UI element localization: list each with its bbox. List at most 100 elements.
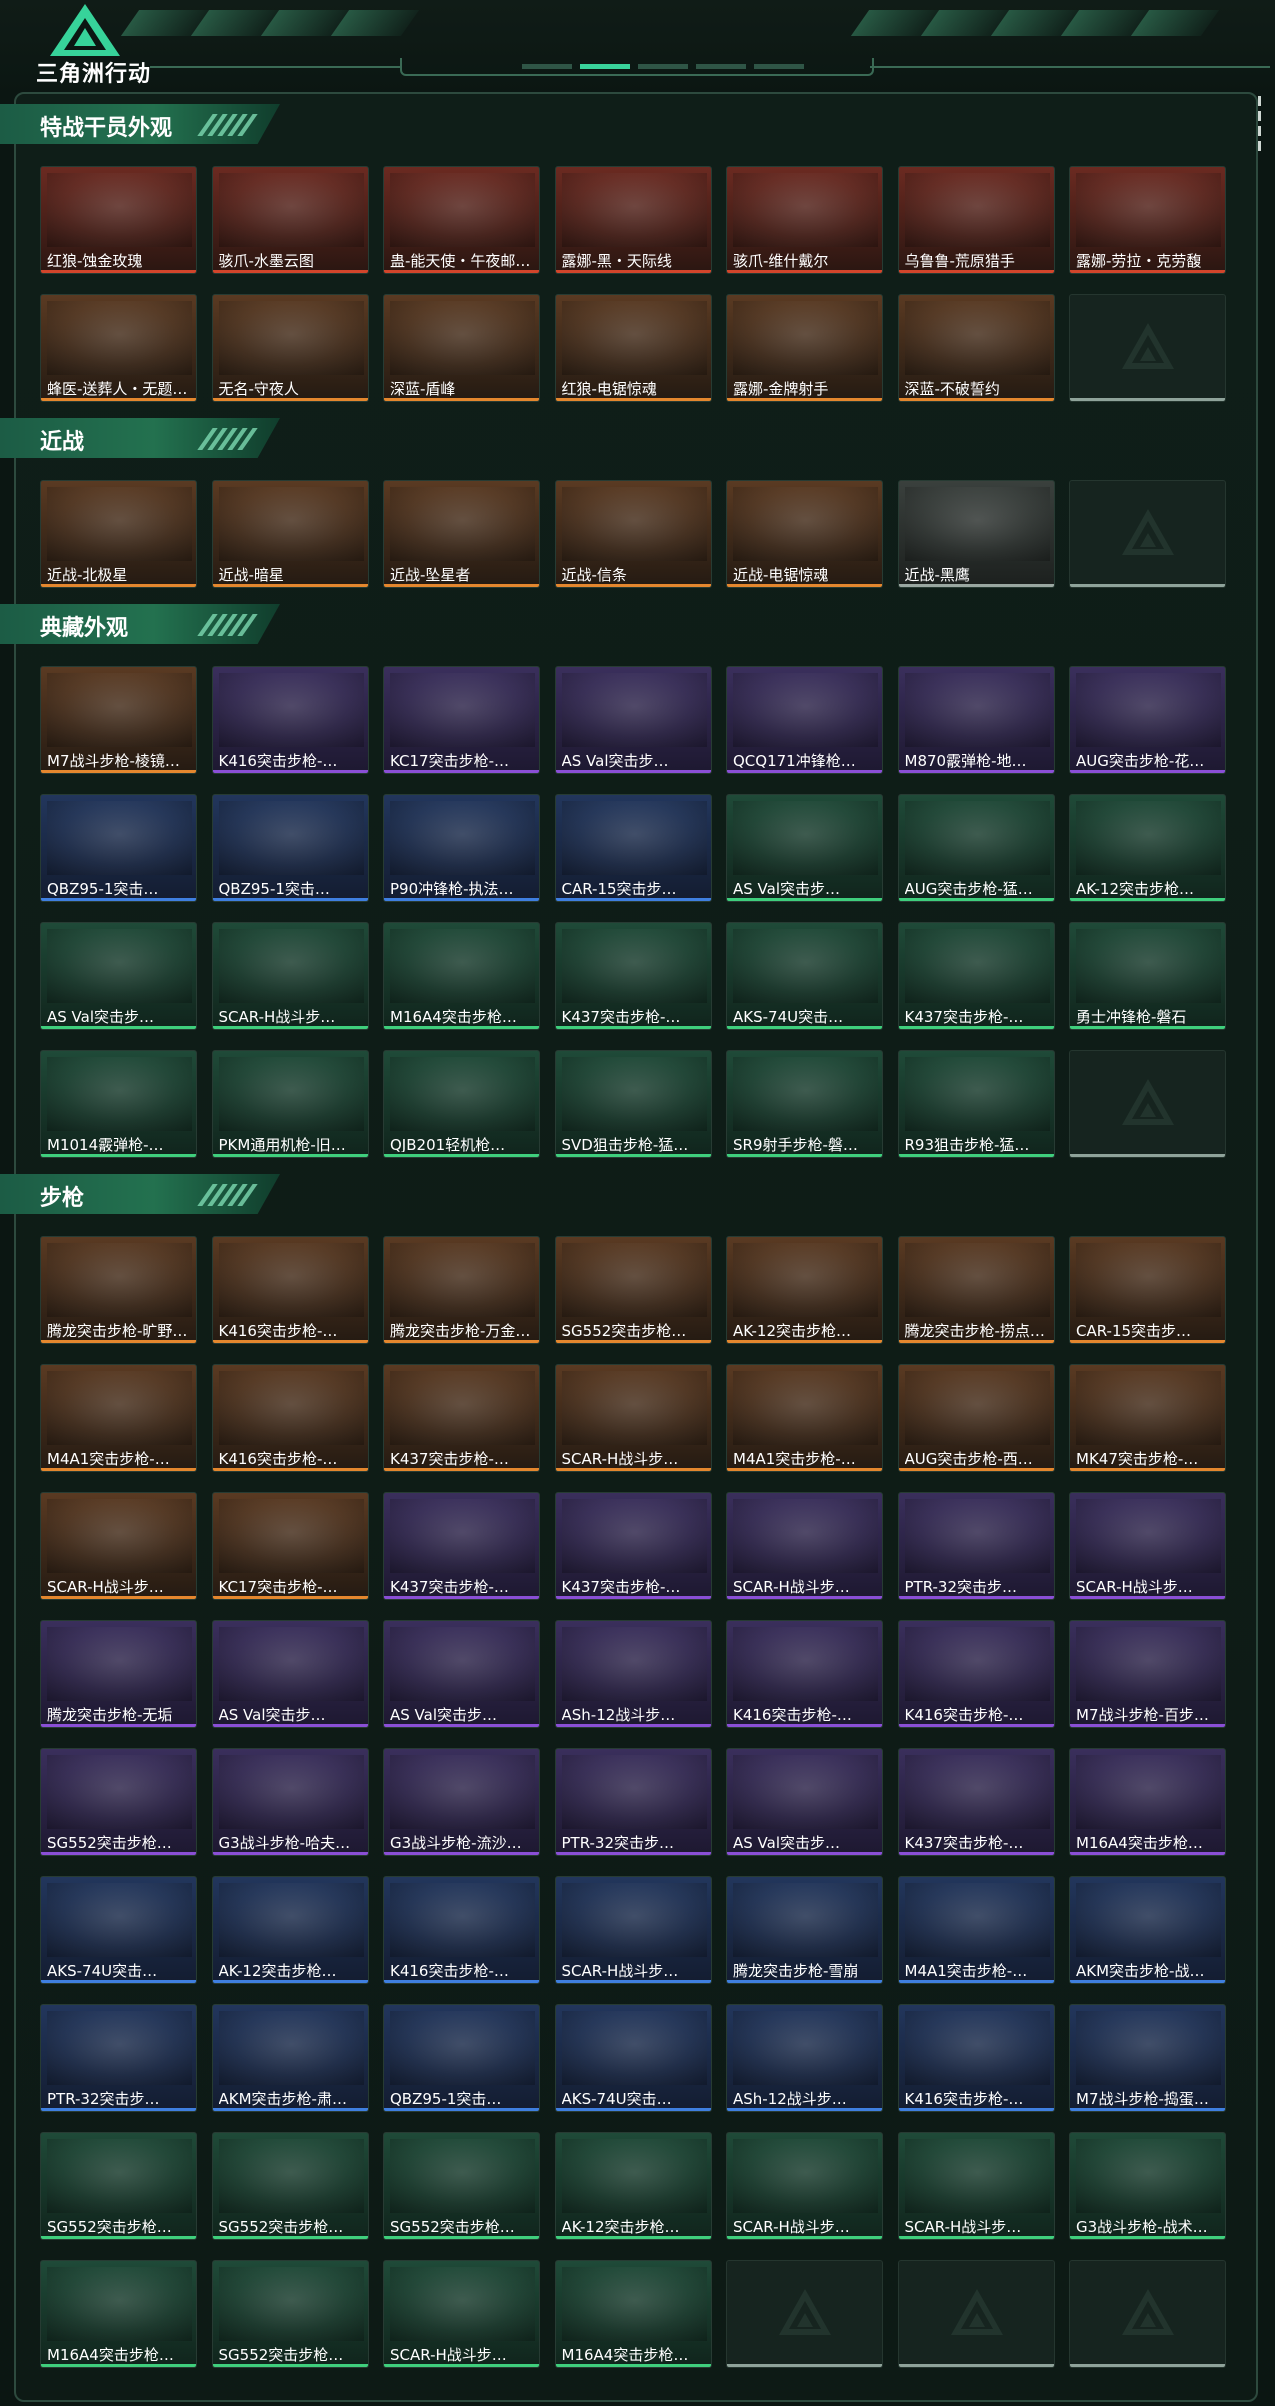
skin-card[interactable]: 深蓝-不破誓约 xyxy=(897,294,1055,402)
skin-card[interactable]: 近战-暗星 xyxy=(211,480,369,588)
skin-card[interactable]: M7战斗步枪-棱镜… xyxy=(40,666,197,774)
skin-card[interactable]: AS Val突击步… xyxy=(554,666,712,774)
skin-card[interactable]: 骇爪-水墨云图 xyxy=(211,166,369,274)
skin-card[interactable]: 骇爪-维什戴尔 xyxy=(726,166,883,274)
skin-card[interactable]: ASh-12战斗步… xyxy=(726,2004,883,2112)
skin-card[interactable]: 蜂医-送葬人・无题… xyxy=(40,294,197,402)
skin-card[interactable]: QBZ95-1突击… xyxy=(383,2004,540,2112)
skin-card[interactable]: 勇士冲锋枪-磐石 xyxy=(1069,922,1226,1030)
page-dot[interactable] xyxy=(522,64,572,69)
skin-card[interactable]: PTR-32突击步… xyxy=(554,1748,712,1856)
page-dot[interactable] xyxy=(696,64,746,69)
skin-card[interactable]: G3战斗步枪-流沙… xyxy=(383,1748,540,1856)
skin-card[interactable]: CAR-15突击步… xyxy=(1069,1236,1226,1344)
skin-card[interactable]: 近战-北极星 xyxy=(40,480,197,588)
skin-card[interactable]: AKS-74U突击… xyxy=(554,2004,712,2112)
skin-card[interactable]: QJB201轻机枪… xyxy=(383,1050,540,1158)
skin-card[interactable]: K437突击步枪-… xyxy=(554,922,712,1030)
skin-card[interactable]: M4A1突击步枪-… xyxy=(40,1364,197,1472)
page-dot[interactable] xyxy=(580,64,630,69)
skin-card[interactable]: K416突击步枪-… xyxy=(211,1236,369,1344)
skin-card[interactable]: AS Val突击步… xyxy=(726,1748,883,1856)
skin-card[interactable]: M1014霰弹枪-… xyxy=(40,1050,197,1158)
skin-card[interactable]: AK-12突击步枪… xyxy=(726,1236,883,1344)
skin-card[interactable]: 腾龙突击步枪-无垢 xyxy=(40,1620,197,1728)
skin-card[interactable]: 深蓝-盾峰 xyxy=(383,294,540,402)
skin-card[interactable]: K437突击步枪-… xyxy=(897,922,1055,1030)
skin-card[interactable]: AS Val突击步… xyxy=(726,794,883,902)
skin-card[interactable]: G3战斗步枪-哈夫… xyxy=(211,1748,369,1856)
skin-card[interactable]: 近战-黑鹰 xyxy=(897,480,1055,588)
skin-card[interactable]: K416突击步枪-… xyxy=(211,1364,369,1472)
skin-card[interactable]: 腾龙突击步枪-万金… xyxy=(383,1236,540,1344)
skin-card[interactable]: SG552突击步枪… xyxy=(211,2260,369,2368)
skin-card[interactable]: P90冲锋枪-执法… xyxy=(383,794,540,902)
skin-card[interactable]: AUG突击步枪-猛… xyxy=(897,794,1055,902)
skin-card[interactable]: SCAR-H战斗步… xyxy=(726,1492,883,1600)
skin-card[interactable]: 近战-信条 xyxy=(554,480,712,588)
skin-card[interactable]: AK-12突击步枪… xyxy=(554,2132,712,2240)
skin-card[interactable]: K437突击步枪-… xyxy=(897,1748,1055,1856)
skin-card[interactable]: SR9射手步枪-磐… xyxy=(726,1050,883,1158)
skin-card[interactable]: AS Val突击步… xyxy=(383,1620,540,1728)
skin-card[interactable]: AKS-74U突击… xyxy=(726,922,883,1030)
skin-card[interactable]: MK47突击步枪-… xyxy=(1069,1364,1226,1472)
skin-card[interactable]: SCAR-H战斗步… xyxy=(40,1492,197,1600)
skin-card[interactable]: M7战斗步枪-百步… xyxy=(1069,1620,1226,1728)
page-dot[interactable] xyxy=(638,64,688,69)
skin-card[interactable]: M4A1突击步枪-… xyxy=(897,1876,1055,1984)
skin-card[interactable]: ASh-12战斗步… xyxy=(554,1620,712,1728)
skin-card[interactable]: 露娜-黑・天际线 xyxy=(554,166,712,274)
skin-card[interactable]: K416突击步枪-… xyxy=(726,1620,883,1728)
skin-card[interactable]: AS Val突击步… xyxy=(40,922,197,1030)
skin-card[interactable]: G3战斗步枪-战术… xyxy=(1069,2132,1226,2240)
skin-card[interactable]: SCAR-H战斗步… xyxy=(383,2260,540,2368)
skin-card[interactable]: QBZ95-1突击… xyxy=(40,794,197,902)
skin-card[interactable]: 腾龙突击步枪-捞点… xyxy=(897,1236,1055,1344)
skin-card[interactable]: M4A1突击步枪-… xyxy=(726,1364,883,1472)
skin-card[interactable]: 近战-坠星者 xyxy=(383,480,540,588)
skin-card[interactable]: 露娜-金牌射手 xyxy=(726,294,883,402)
skin-card[interactable]: K437突击步枪-… xyxy=(383,1492,540,1600)
skin-card[interactable]: K416突击步枪-… xyxy=(211,666,369,774)
scrollbar[interactable] xyxy=(1258,96,1261,156)
skin-card[interactable]: M16A4突击步枪… xyxy=(40,2260,197,2368)
skin-card[interactable]: K437突击步枪-… xyxy=(554,1492,712,1600)
skin-card[interactable]: AKS-74U突击… xyxy=(40,1876,197,1984)
skin-card[interactable]: SCAR-H战斗步… xyxy=(554,1364,712,1472)
skin-card[interactable]: 红狼-蚀金玫瑰 xyxy=(40,166,197,274)
skin-card[interactable]: 红狼-电锯惊魂 xyxy=(554,294,712,402)
skin-card[interactable]: SCAR-H战斗步… xyxy=(897,2132,1055,2240)
skin-card[interactable]: K416突击步枪-… xyxy=(383,1876,540,1984)
skin-card[interactable]: AKM突击步枪-肃… xyxy=(211,2004,369,2112)
skin-card[interactable]: M7战斗步枪-捣蛋… xyxy=(1069,2004,1226,2112)
skin-card[interactable]: AKM突击步枪-战… xyxy=(1069,1876,1226,1984)
skin-card[interactable]: AUG突击步枪-花… xyxy=(1069,666,1226,774)
skin-card[interactable]: 腾龙突击步枪-雪崩 xyxy=(726,1876,883,1984)
skin-card[interactable]: SVD狙击步枪-猛… xyxy=(554,1050,712,1158)
skin-card[interactable]: K437突击步枪-… xyxy=(383,1364,540,1472)
skin-card[interactable]: 蛊-能天使・午夜邮… xyxy=(383,166,540,274)
page-dot[interactable] xyxy=(754,64,804,69)
skin-card[interactable]: SG552突击步枪… xyxy=(211,2132,369,2240)
skin-card[interactable]: PKM通用机枪-旧… xyxy=(211,1050,369,1158)
skin-card[interactable]: K416突击步枪-… xyxy=(897,1620,1055,1728)
skin-card[interactable]: AUG突击步枪-西… xyxy=(897,1364,1055,1472)
skin-card[interactable]: 露娜-劳拉・克劳馥 xyxy=(1069,166,1226,274)
skin-card[interactable]: AK-12突击步枪… xyxy=(1069,794,1226,902)
skin-card[interactable]: PTR-32突击步… xyxy=(897,1492,1055,1600)
skin-card[interactable]: 乌鲁鲁-荒原猎手 xyxy=(897,166,1055,274)
skin-card[interactable]: SCAR-H战斗步… xyxy=(554,1876,712,1984)
skin-card[interactable]: M16A4突击步枪… xyxy=(554,2260,712,2368)
skin-card[interactable]: K416突击步枪-… xyxy=(897,2004,1055,2112)
skin-card[interactable]: M16A4突击步枪… xyxy=(1069,1748,1226,1856)
skin-card[interactable]: SCAR-H战斗步… xyxy=(211,922,369,1030)
skin-card[interactable]: PTR-32突击步… xyxy=(40,2004,197,2112)
skin-card[interactable]: KC17突击步枪-… xyxy=(211,1492,369,1600)
skin-card[interactable]: 无名-守夜人 xyxy=(211,294,369,402)
skin-card[interactable]: QCQ171冲锋枪… xyxy=(726,666,883,774)
skin-card[interactable]: 近战-电锯惊魂 xyxy=(726,480,883,588)
skin-card[interactable]: QBZ95-1突击… xyxy=(211,794,369,902)
skin-card[interactable]: M16A4突击步枪… xyxy=(383,922,540,1030)
page-indicator[interactable] xyxy=(522,64,804,69)
